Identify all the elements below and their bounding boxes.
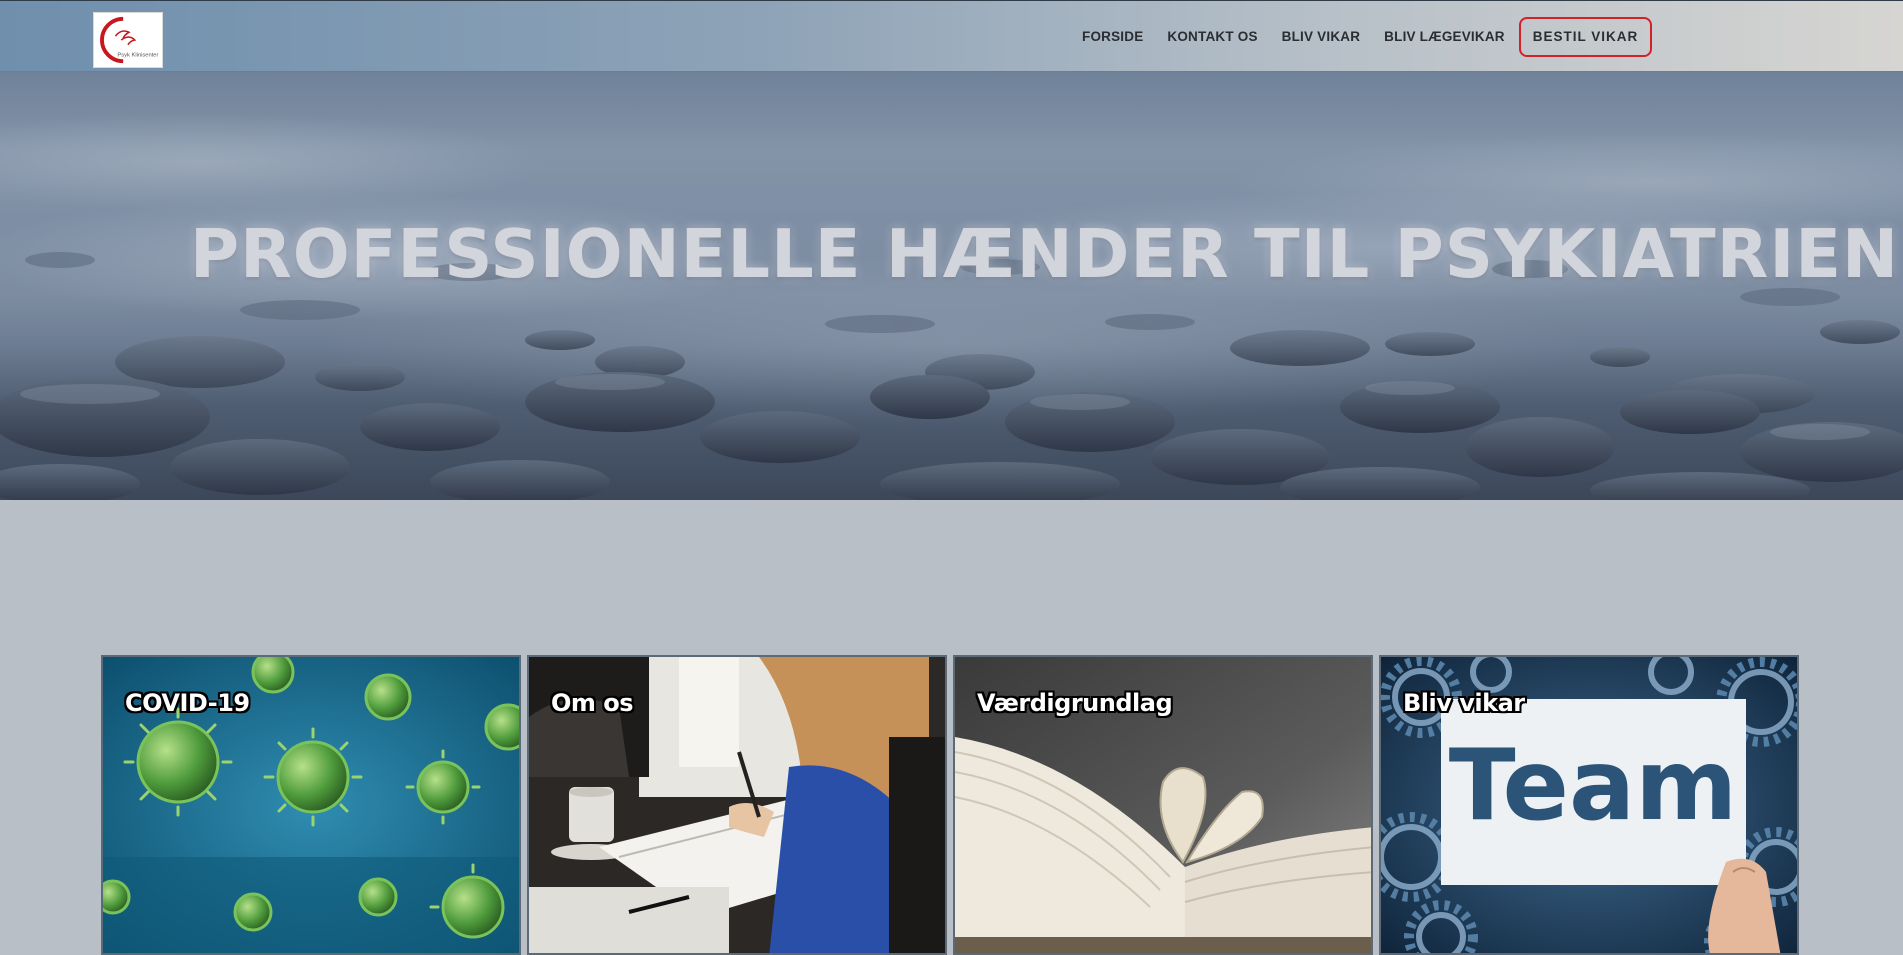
main-navigation: FORSIDE KONTAKT OS BLIV VIKAR BLIV LÆGEV… xyxy=(1070,17,1653,57)
card-covid-19[interactable]: COVID-19 xyxy=(101,655,521,955)
logo-icon: Psyk Klinisenter xyxy=(100,16,158,64)
nav-bliv-vikar[interactable]: BLIV VIKAR xyxy=(1270,17,1373,57)
card-title: Værdigrundlag xyxy=(977,689,1173,717)
hero-banner: PROFESSIONELLE HÆNDER TIL PSYKIATRIEN xyxy=(0,72,1903,500)
site-header: Psyk Klinisenter FORSIDE KONTAKT OS BLIV… xyxy=(0,0,1903,72)
card-vaerdigrundlag[interactable]: Værdigrundlag xyxy=(953,655,1373,955)
hero-title: PROFESSIONELLE HÆNDER TIL PSYKIATRIEN xyxy=(190,215,1900,293)
nav-kontakt-os[interactable]: KONTAKT OS xyxy=(1155,17,1269,57)
feature-cards: COVID-19 Om os Værdigrundlag Team Bliv v… xyxy=(101,655,1801,955)
card-bliv-vikar[interactable]: Team Bliv vikar xyxy=(1379,655,1799,955)
logo-text: Psyk Klinisenter xyxy=(117,52,158,58)
bestil-vikar-button[interactable]: BESTIL VIKAR xyxy=(1518,17,1653,57)
card-title: Bliv vikar xyxy=(1403,689,1525,717)
card-title: COVID-19 xyxy=(125,689,250,717)
nav-bliv-laegevikar[interactable]: BLIV LÆGEVIKAR xyxy=(1372,17,1517,57)
team-text: Team xyxy=(1449,729,1738,843)
nav-forside[interactable]: FORSIDE xyxy=(1070,17,1155,57)
site-logo[interactable]: Psyk Klinisenter xyxy=(93,12,163,68)
card-om-os[interactable]: Om os xyxy=(527,655,947,955)
card-title: Om os xyxy=(551,689,634,717)
